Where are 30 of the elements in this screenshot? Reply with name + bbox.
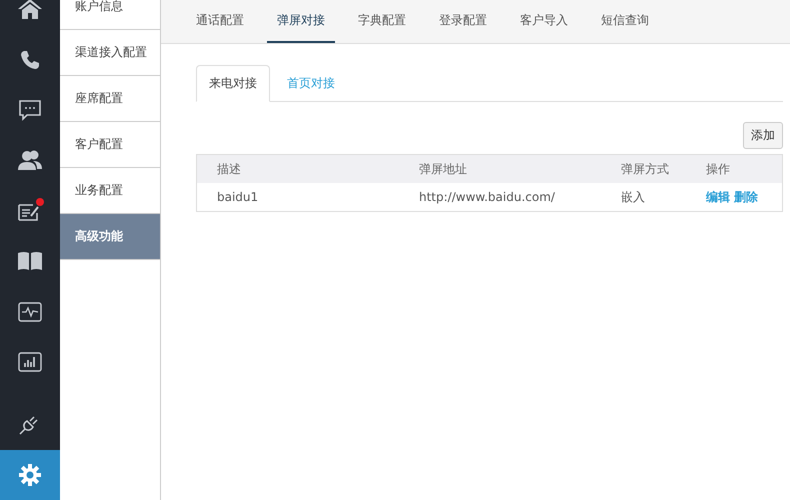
sidebar-item[interactable]: 客户配置	[60, 122, 160, 168]
sidebar-item[interactable]: 高级功能	[60, 214, 160, 260]
chart-icon[interactable]	[18, 352, 42, 372]
tab[interactable]: 弹屏对接	[267, 0, 335, 43]
note-icon[interactable]	[17, 198, 43, 223]
gear-icon[interactable]	[18, 462, 42, 487]
tab[interactable]: 客户导入	[510, 0, 578, 43]
book-icon[interactable]	[17, 251, 43, 272]
table-cell-text: baidu1	[216, 190, 260, 204]
people-icon[interactable]	[17, 149, 43, 172]
notification-dot	[36, 198, 44, 206]
home-icon[interactable]	[17, 0, 43, 22]
tab[interactable]: 登录配置	[429, 0, 497, 43]
chat-icon[interactable]	[18, 98, 42, 122]
sidebar-item[interactable]: 座席配置	[60, 76, 160, 122]
sidebar-item[interactable]: 账户信息	[60, 0, 160, 30]
tab[interactable]: 字典配置	[348, 0, 416, 43]
table-cell-text: http://www.baidu.com/	[418, 190, 556, 204]
phone-icon[interactable]	[19, 48, 41, 71]
column-header: 操作	[705, 160, 731, 178]
tab[interactable]: 通话配置	[186, 0, 254, 43]
column-header: 弹屏地址	[418, 160, 468, 178]
monitor-icon[interactable]	[18, 302, 42, 322]
tab[interactable]: 来电对接	[196, 65, 270, 102]
sidebar-item[interactable]: 渠道接入配置	[60, 30, 160, 76]
column-header: 弹屏方式	[620, 160, 670, 178]
add-button[interactable]: 添加	[743, 122, 783, 149]
column-header: 描述	[216, 160, 242, 178]
tab[interactable]: 短信查询	[591, 0, 659, 43]
table-cell-text: 嵌入	[620, 188, 646, 206]
